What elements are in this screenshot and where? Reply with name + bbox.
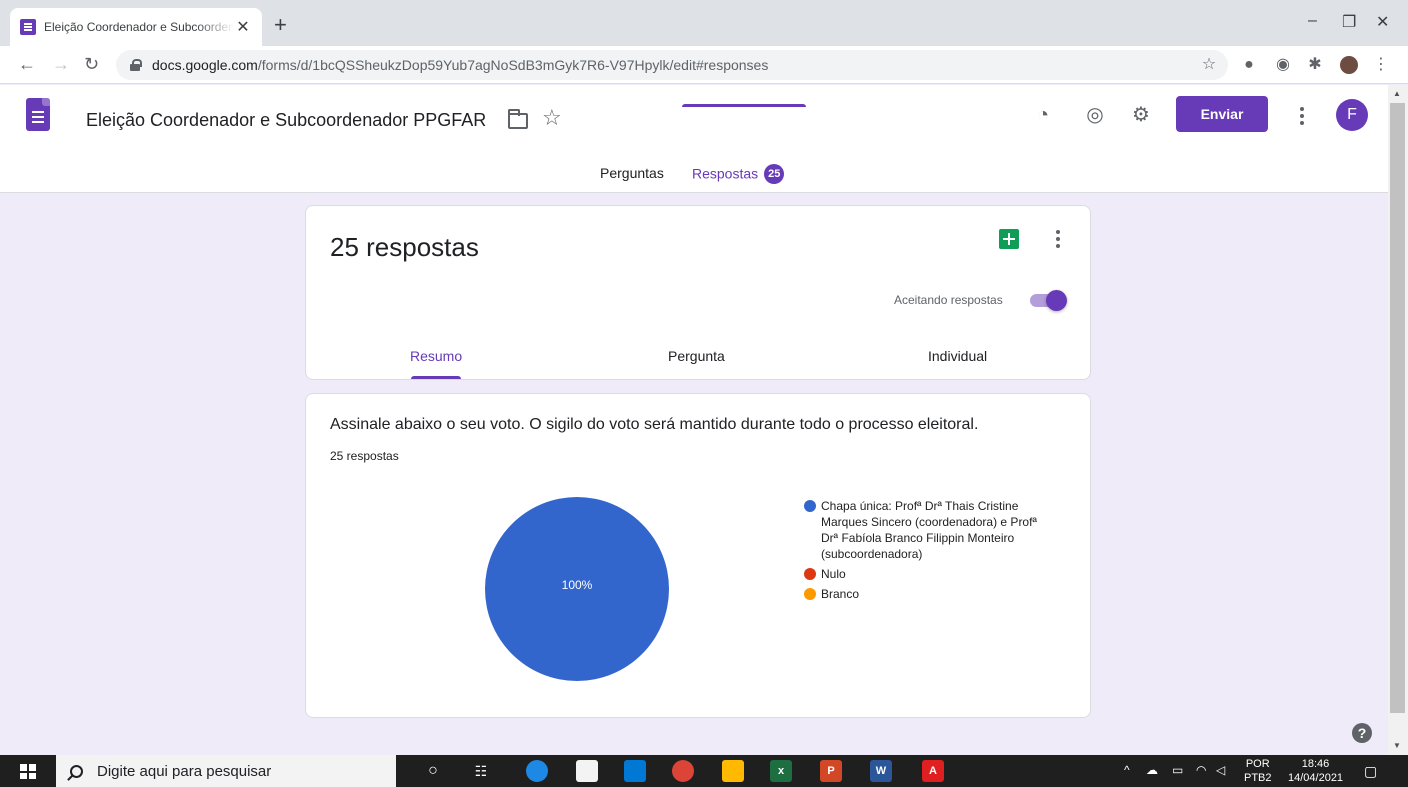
bookmark-star-icon[interactable]: ☆	[1200, 56, 1218, 74]
settings-gear-icon[interactable]: ⚙	[1129, 103, 1153, 127]
powerpoint-icon[interactable]: P	[820, 760, 842, 782]
cortana-icon[interactable]: ○	[422, 760, 444, 782]
clock-time: 18:46	[1301, 758, 1330, 770]
legend-item: Chapa única: Profª Drª Thais Cristine Ma…	[804, 498, 1054, 562]
windows-taskbar: Digite aqui para pesquisar ○ ☷ x P W A ^…	[0, 755, 1408, 787]
question-result-card: Assinale abaixo o seu voto. O sigilo do …	[305, 393, 1091, 718]
toggle-knob	[1046, 290, 1067, 311]
mail-icon[interactable]	[624, 760, 646, 782]
new-tab-button[interactable]: +	[274, 14, 287, 36]
main-tabs: Perguntas Respostas 25	[0, 164, 1388, 193]
word-icon[interactable]: W	[870, 760, 892, 782]
extension-timer-icon[interactable]: ◉	[1274, 56, 1292, 74]
language-code: POR	[1245, 758, 1270, 770]
active-tab-indicator	[682, 104, 806, 107]
summary-card: 25 respostas Aceitando respostas Resumo …	[305, 205, 1091, 380]
minimize-button[interactable]: –	[1308, 12, 1317, 30]
avatar[interactable]: F	[1336, 99, 1368, 131]
taskbar-clock[interactable]: 18:46 14/04/2021	[1288, 757, 1343, 785]
tab-summary[interactable]: Resumo	[410, 348, 462, 364]
reload-icon[interactable]: ↻	[84, 54, 99, 74]
tab-close-icon[interactable]: ✕	[234, 17, 252, 37]
legend-item: Nulo	[804, 566, 1054, 582]
scroll-down-icon[interactable]: ▼	[1393, 741, 1401, 750]
sheets-icon[interactable]	[999, 229, 1019, 249]
volume-icon[interactable]: ◁	[1216, 763, 1225, 777]
scroll-up-icon[interactable]: ▲	[1393, 89, 1401, 98]
extension-leaf-icon[interactable]: ●	[1240, 56, 1258, 74]
tab-title: Eleição Coordenador e Subcoordenador PPG…	[44, 20, 234, 34]
back-arrow-icon[interactable]: ←	[18, 54, 36, 74]
language-indicator[interactable]: POR PTB2	[1244, 757, 1272, 785]
help-icon[interactable]: ?	[1352, 723, 1372, 743]
legend-swatch	[804, 500, 816, 512]
star-icon[interactable]: ☆	[542, 105, 562, 131]
edge-icon[interactable]	[526, 760, 548, 782]
clock-date: 14/04/2021	[1288, 772, 1344, 784]
pie-slice-label: 100%	[562, 578, 593, 592]
url-path: /forms/d/1bcQSSheukzDop59Yub7agNoSdB3mGy…	[257, 57, 769, 73]
legend-label: Chapa única: Profª Drª Thais Cristine Ma…	[821, 499, 1037, 561]
responses-more-icon[interactable]	[1055, 230, 1061, 248]
taskbar-search[interactable]: Digite aqui para pesquisar	[56, 755, 396, 787]
tab-questions[interactable]: Perguntas	[600, 165, 664, 181]
address-bar[interactable]: docs.google.com/forms/d/1bcQSSheukzDop59…	[116, 50, 1228, 80]
legend-swatch	[804, 568, 816, 580]
onedrive-icon[interactable]: ☁	[1146, 763, 1158, 777]
taskbar-search-placeholder: Digite aqui para pesquisar	[97, 762, 272, 780]
forms-logo-icon[interactable]	[26, 98, 50, 131]
preview-eye-icon[interactable]: ◎	[1083, 103, 1107, 127]
browser-tab[interactable]: Eleição Coordenador e Subcoordenador PPG…	[10, 8, 262, 46]
legend-item: Branco	[804, 586, 1054, 602]
legend-swatch	[804, 588, 816, 600]
excel-icon[interactable]: x	[770, 760, 792, 782]
tab-responses[interactable]: Respostas 25	[692, 164, 785, 185]
page-scrollbar[interactable]: ▲ ▼	[1388, 85, 1408, 755]
chart-legend: Chapa única: Profª Drª Thais Cristine Ma…	[804, 498, 1054, 606]
store-icon[interactable]	[576, 760, 598, 782]
scroll-thumb[interactable]	[1390, 103, 1405, 713]
maximize-button[interactable]: ❐	[1342, 12, 1356, 32]
tab-individual[interactable]: Individual	[928, 348, 987, 364]
summary-tab-indicator	[411, 376, 461, 379]
file-explorer-icon[interactable]	[722, 760, 744, 782]
form-title[interactable]: Eleição Coordenador e Subcoordenador PPG…	[86, 110, 486, 131]
keyboard-layout: PTB2	[1244, 772, 1272, 784]
browser-toolbar: ← → ↻ docs.google.com/forms/d/1bcQSSheuk…	[0, 46, 1408, 84]
more-options-icon[interactable]	[1299, 107, 1305, 125]
tab-question[interactable]: Pergunta	[668, 348, 725, 364]
tray-chevron-icon[interactable]: ^	[1124, 763, 1130, 777]
response-count-heading: 25 respostas	[330, 232, 479, 262]
accepting-responses-label: Aceitando respostas	[894, 293, 1003, 307]
acrobat-icon[interactable]: A	[922, 760, 944, 782]
extensions-puzzle-icon[interactable]: ✱	[1306, 56, 1324, 74]
palette-icon[interactable]: ◔	[1031, 103, 1055, 127]
send-button[interactable]: Enviar	[1176, 96, 1268, 132]
accepting-responses-toggle[interactable]	[1028, 290, 1067, 311]
tab-responses-label: Respostas	[692, 165, 759, 182]
wifi-icon[interactable]: ◠	[1196, 763, 1206, 777]
folder-icon[interactable]	[508, 109, 528, 129]
notifications-icon[interactable]: ▢	[1364, 763, 1377, 780]
windows-start-icon[interactable]	[20, 764, 36, 779]
network-icon[interactable]: ▭	[1172, 763, 1183, 777]
responses-count-badge: 25	[764, 164, 785, 184]
legend-label: Nulo	[821, 567, 846, 581]
search-icon	[70, 764, 83, 778]
task-view-icon[interactable]: ☷	[470, 760, 492, 782]
close-window-button[interactable]: ✕	[1376, 12, 1389, 32]
chrome-icon[interactable]	[672, 760, 694, 782]
browser-menu-icon[interactable]: ⋮	[1372, 56, 1390, 74]
profile-avatar-icon[interactable]	[1340, 56, 1358, 74]
url-host: docs.google.com	[152, 57, 258, 73]
legend-label: Branco	[821, 587, 860, 601]
lock-icon	[130, 59, 142, 71]
forms-favicon-icon	[20, 19, 36, 35]
forward-arrow-icon[interactable]: →	[52, 54, 70, 74]
forms-header: Eleição Coordenador e Subcoordenador PPG…	[0, 85, 1388, 193]
browser-tabstrip: Eleição Coordenador e Subcoordenador PPG…	[0, 0, 1408, 46]
